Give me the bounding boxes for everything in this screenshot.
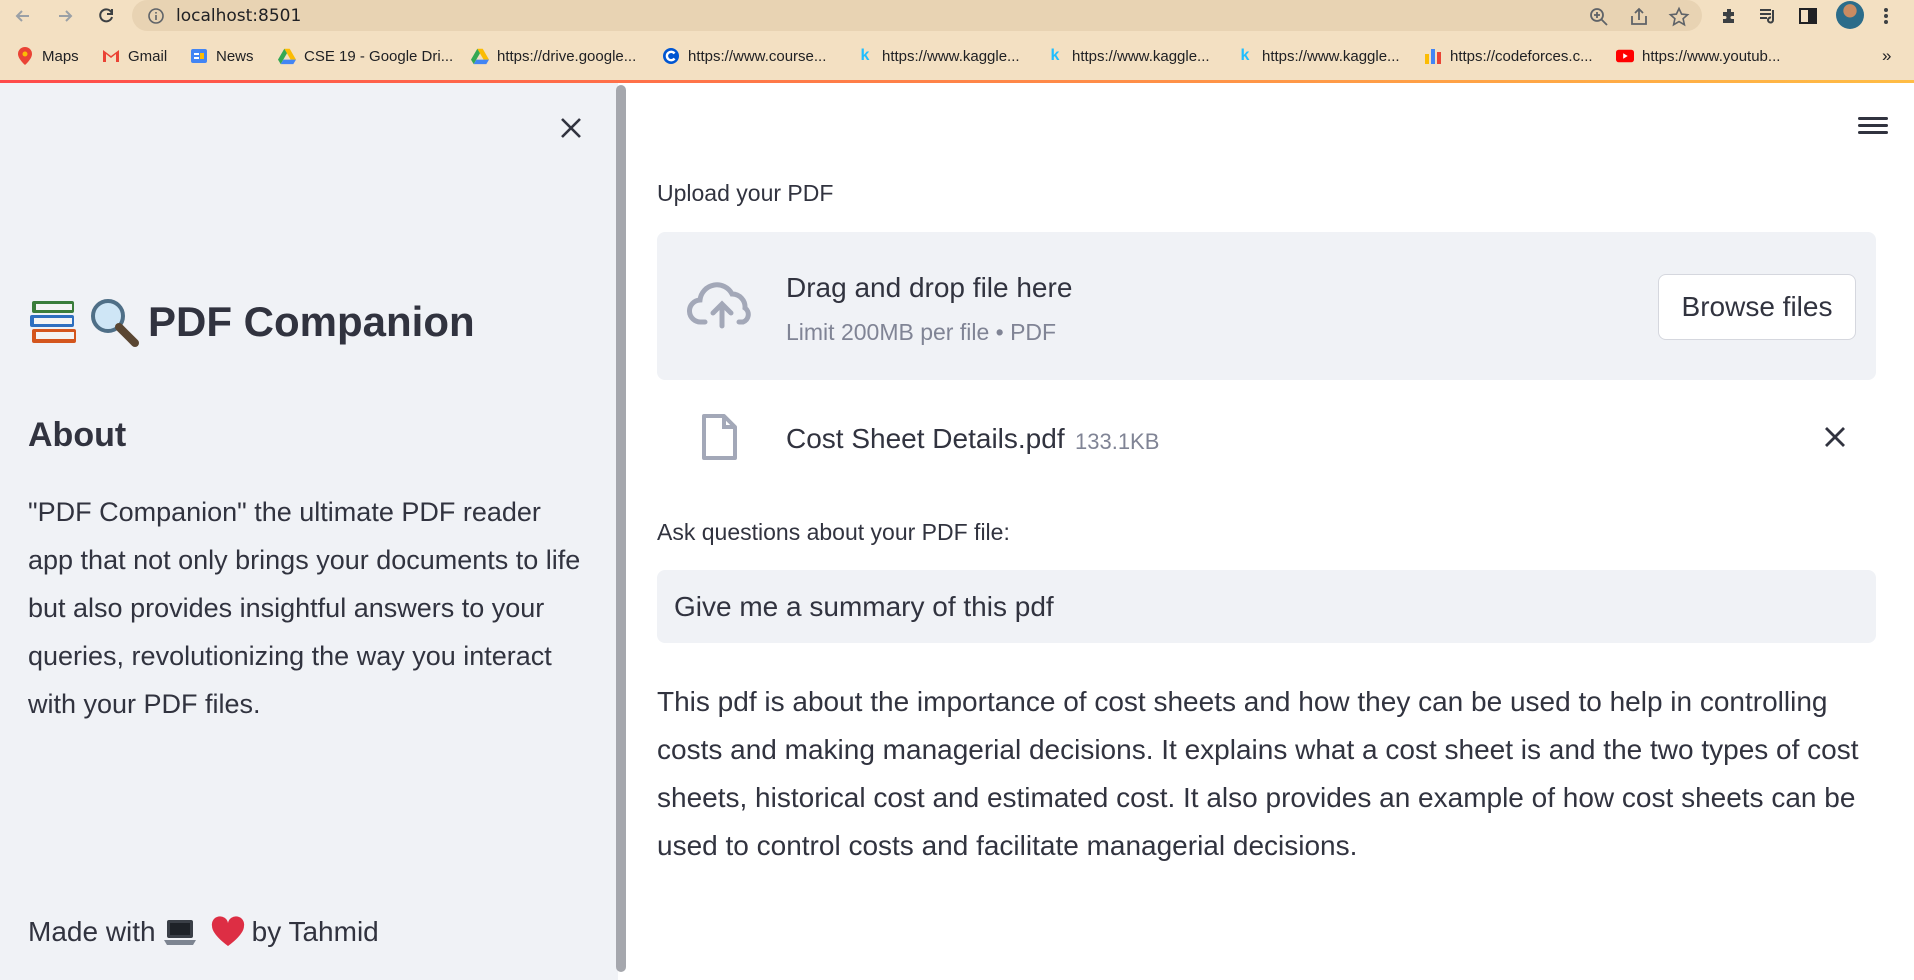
share-icon[interactable] <box>1628 6 1650 28</box>
drive-icon <box>471 47 489 65</box>
bookmark-kaggle-2[interactable]: k https://www.kaggle... <box>1046 46 1210 66</box>
zoom-icon[interactable] <box>1588 6 1610 28</box>
bookmark-codeforces[interactable]: https://codeforces.c... <box>1424 46 1593 66</box>
menu-line <box>1858 124 1888 127</box>
footer-prefix: Made with <box>28 916 156 947</box>
main-content: Upload your PDF Drag and drop file here … <box>628 83 1914 980</box>
heart-icon <box>211 916 244 946</box>
about-text: "PDF Companion" the ultimate PDF reader … <box>28 497 581 719</box>
laptop-icon <box>163 920 196 945</box>
news-icon <box>190 47 208 65</box>
footer-credit: Made with by Tahmid <box>28 916 379 948</box>
main-menu-icon[interactable] <box>1858 113 1890 139</box>
url-text: localhost:8501 <box>176 6 302 26</box>
app-title-text: PDF Companion <box>148 298 475 345</box>
bookmark-gmail[interactable]: Gmail <box>102 46 167 66</box>
bookmark-cse19-drive[interactable]: CSE 19 - Google Dri... <box>278 46 453 66</box>
file-dropzone[interactable]: Drag and drop file here Limit 200MB per … <box>657 232 1876 380</box>
info-icon <box>148 8 164 24</box>
bookmark-coursera[interactable]: https://www.course... <box>662 46 826 66</box>
upload-label: Upload your PDF <box>657 180 834 206</box>
forward-button[interactable] <box>52 3 78 29</box>
gmail-icon <box>102 47 120 65</box>
kaggle-icon: k <box>1050 47 1060 64</box>
app-title: PDF Companion <box>28 296 475 348</box>
question-input[interactable] <box>657 570 1876 643</box>
bookmark-kaggle-1[interactable]: k https://www.kaggle... <box>856 46 1020 66</box>
kaggle-icon: k <box>860 47 870 64</box>
remove-file-icon[interactable] <box>1821 423 1849 451</box>
sidebar-scrollbar[interactable] <box>616 85 626 972</box>
close-sidebar-icon[interactable] <box>556 113 586 143</box>
bookmarks-overflow-button[interactable]: » <box>1882 46 1891 66</box>
address-bar[interactable]: localhost:8501 <box>132 0 1702 31</box>
browse-files-button[interactable]: Browse files <box>1658 274 1856 340</box>
bookmarks-bar: Maps Gmail News CSE 19 - Google Dri... h… <box>0 40 1914 72</box>
file-size: 133.1KB <box>1075 429 1160 454</box>
extensions-icon[interactable] <box>1718 4 1742 28</box>
arrow-left-icon <box>15 10 29 22</box>
uploaded-file: Cost Sheet Details.pdf 133.1KB <box>657 403 1876 473</box>
bookmark-news[interactable]: News <box>190 46 254 66</box>
footer-suffix: by Tahmid <box>251 916 379 947</box>
file-name: Cost Sheet Details.pdf <box>786 423 1065 454</box>
bookmark-kaggle-3[interactable]: k https://www.kaggle... <box>1236 46 1400 66</box>
about-heading: About <box>28 416 127 454</box>
question-label: Ask questions about your PDF file: <box>657 519 1010 545</box>
menu-line <box>1858 131 1888 134</box>
file-icon <box>702 414 737 460</box>
bookmark-maps[interactable]: Maps <box>16 46 79 66</box>
bookmark-youtube[interactable]: https://www.youtub... <box>1616 46 1780 66</box>
cloud-upload-icon <box>687 282 751 329</box>
sidebar: PDF Companion About "PDF Companion" the … <box>0 83 626 980</box>
youtube-icon <box>1616 47 1634 65</box>
star-icon[interactable] <box>1668 6 1690 28</box>
kaggle-icon: k <box>1240 47 1250 64</box>
dropzone-limit: Limit 200MB per file • PDF <box>786 319 1057 345</box>
maps-icon <box>16 47 34 65</box>
media-icon[interactable] <box>1756 4 1780 28</box>
bookmark-drive[interactable]: https://drive.google... <box>471 46 636 66</box>
reload-icon <box>99 8 113 23</box>
magnifying-glass-icon <box>91 299 139 347</box>
browser-chrome: localhost:8501 Maps Gmail News CSE 19 - … <box>0 0 1914 80</box>
arrow-right-icon <box>59 10 73 22</box>
profile-avatar[interactable] <box>1836 1 1864 29</box>
codeforces-icon <box>1424 47 1442 65</box>
back-button[interactable] <box>10 3 36 29</box>
coursera-icon <box>662 47 680 65</box>
books-icon <box>30 301 76 343</box>
browser-toolbar: localhost:8501 <box>0 0 1914 32</box>
side-panel-icon[interactable] <box>1796 4 1820 28</box>
reload-button[interactable] <box>93 3 119 29</box>
dropzone-title: Drag and drop file here <box>786 272 1073 303</box>
menu-line <box>1858 117 1888 120</box>
drive-icon <box>278 47 296 65</box>
answer-text: This pdf is about the importance of cost… <box>657 686 1859 861</box>
more-vert-icon[interactable] <box>1874 4 1898 28</box>
